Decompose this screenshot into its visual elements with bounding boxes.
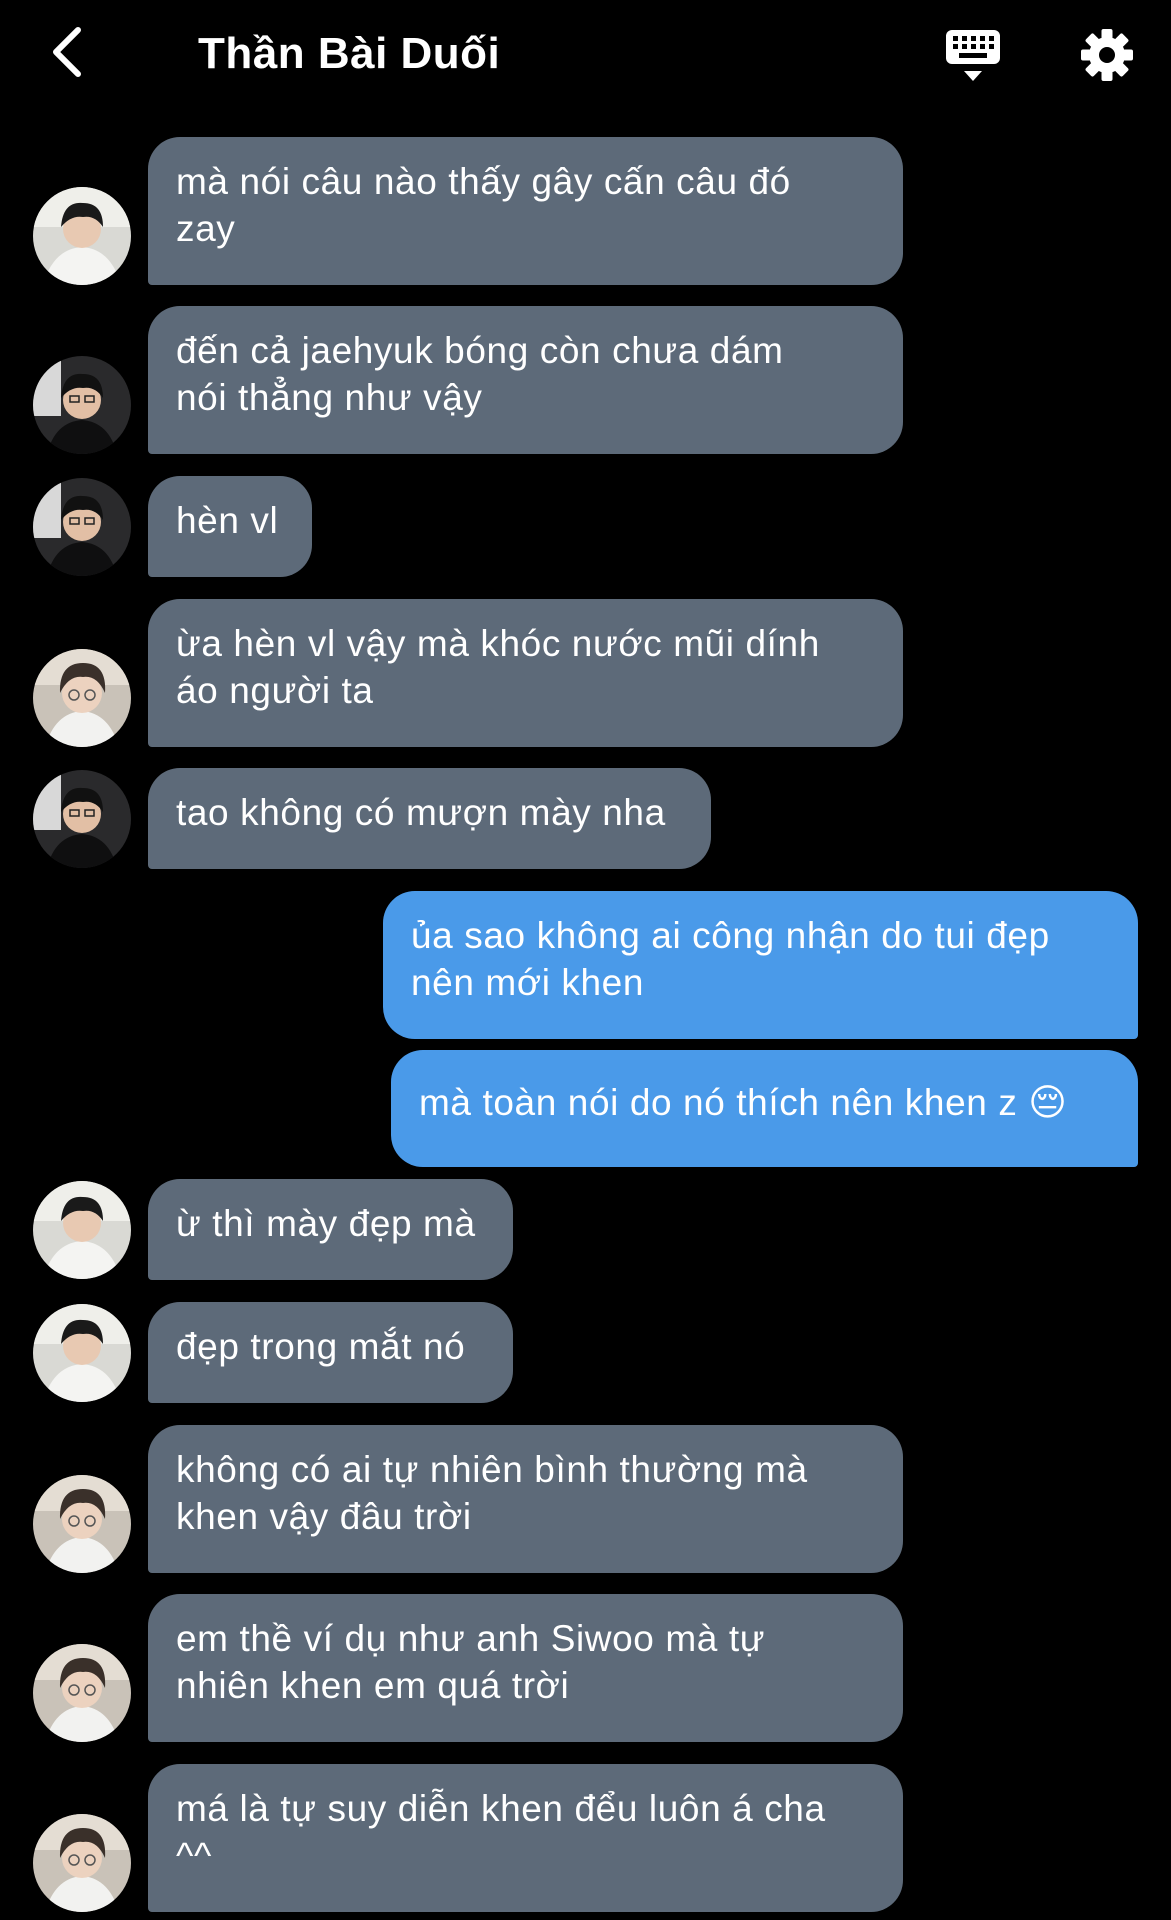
- message-bubble[interactable]: ừa hèn vl vậy mà khóc nước mũi dính áo n…: [148, 599, 903, 747]
- message-bubble[interactable]: đẹp trong mắt nó: [148, 1302, 513, 1403]
- message-row: tao không có mượn mày nha: [0, 768, 1171, 869]
- avatar[interactable]: [33, 356, 131, 454]
- message-row: đến cả jaehyuk bóng còn chưa dám nói thẳ…: [0, 306, 1171, 454]
- message-row: hèn vl: [0, 476, 1171, 577]
- message-row: không có ai tự nhiên bình thường mà khen…: [0, 1425, 1171, 1573]
- avatar[interactable]: [33, 1644, 131, 1742]
- message-row: đẹp trong mắt nó: [0, 1302, 1171, 1403]
- message-bubble[interactable]: hèn vl: [148, 476, 312, 577]
- avatar[interactable]: [33, 649, 131, 747]
- message-bubble[interactable]: mà toàn nói do nó thích nên khen z 😔: [391, 1050, 1138, 1167]
- message-row: em thề ví dụ như anh Siwoo mà tự nhiên k…: [0, 1594, 1171, 1742]
- message-bubble[interactable]: không có ai tự nhiên bình thường mà khen…: [148, 1425, 903, 1573]
- chat-title: Thần Bài Duối: [198, 29, 501, 78]
- chat-header: Thần Bài Duối: [0, 0, 1171, 110]
- message-bubble[interactable]: ủa sao không ai công nhận do tui đẹp nên…: [383, 891, 1138, 1039]
- back-button[interactable]: [38, 22, 98, 82]
- avatar[interactable]: [33, 478, 131, 576]
- avatar[interactable]: [33, 1304, 131, 1402]
- chevron-left-icon: [53, 27, 81, 77]
- keyboard-icon: [946, 30, 1000, 81]
- message-bubble[interactable]: ừ thì mày đẹp mà: [148, 1179, 513, 1280]
- message-bubble[interactable]: đến cả jaehyuk bóng còn chưa dám nói thẳ…: [148, 306, 903, 454]
- message-row: ủa sao không ai công nhận do tui đẹp nên…: [0, 891, 1171, 1039]
- message-bubble[interactable]: má là tự suy diễn khen đểu luôn á cha ^^: [148, 1764, 903, 1912]
- avatar[interactable]: [33, 770, 131, 868]
- settings-button[interactable]: [1074, 22, 1140, 88]
- message-bubble[interactable]: em thề ví dụ như anh Siwoo mà tự nhiên k…: [148, 1594, 903, 1742]
- avatar[interactable]: [33, 187, 131, 285]
- avatar[interactable]: [33, 1475, 131, 1573]
- message-row: mà nói câu nào thấy gây cấn câu đó zay: [0, 137, 1171, 285]
- message-row: mà toàn nói do nó thích nên khen z 😔: [0, 1050, 1171, 1167]
- message-row: ừa hèn vl vậy mà khóc nước mũi dính áo n…: [0, 599, 1171, 747]
- keyboard-button[interactable]: [940, 22, 1006, 88]
- message-bubble[interactable]: mà nói câu nào thấy gây cấn câu đó zay: [148, 137, 903, 285]
- avatar[interactable]: [33, 1814, 131, 1912]
- gear-icon: [1081, 29, 1133, 81]
- message-bubble[interactable]: tao không có mượn mày nha: [148, 768, 711, 869]
- message-row: ừ thì mày đẹp mà: [0, 1179, 1171, 1280]
- message-row: má là tự suy diễn khen đểu luôn á cha ^^: [0, 1764, 1171, 1912]
- avatar[interactable]: [33, 1181, 131, 1279]
